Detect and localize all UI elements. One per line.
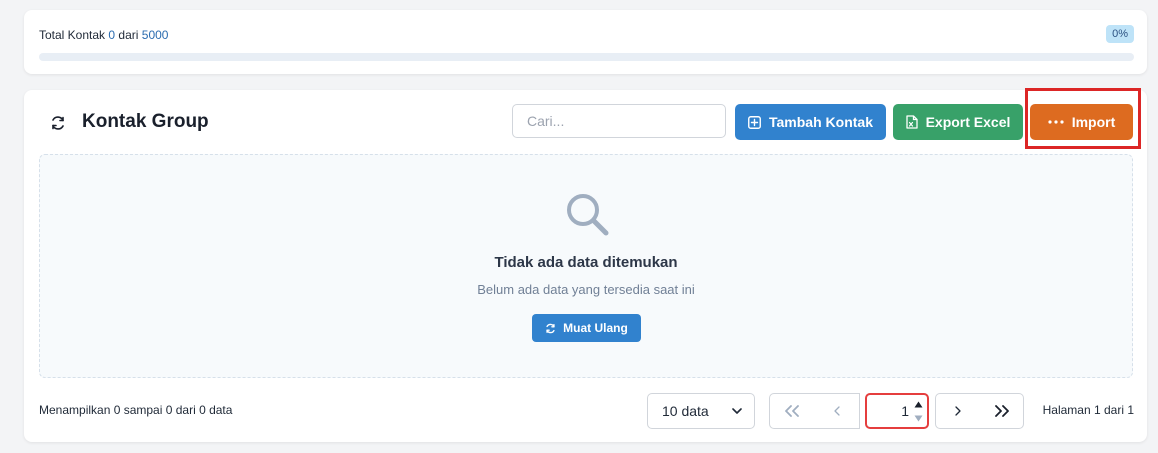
empty-state-subtitle: Belum ada data yang tersedia saat ini <box>477 282 695 297</box>
add-contact-button[interactable]: Tambah Kontak <box>735 104 886 140</box>
double-chevron-right-icon <box>994 405 1009 417</box>
search-icon <box>564 191 610 237</box>
page-stepper[interactable] <box>913 397 923 425</box>
quota-progress-bar <box>39 53 1134 61</box>
plus-square-icon <box>748 115 761 129</box>
excel-file-icon <box>905 115 918 129</box>
contact-quota-card: Total Kontak 0 dari 5000 0% <box>24 10 1147 74</box>
chevron-down-icon <box>732 408 742 414</box>
import-button[interactable]: Import <box>1030 104 1133 140</box>
total-contact-text: Total Kontak <box>39 28 106 42</box>
search-input[interactable] <box>512 104 726 138</box>
first-page-button[interactable] <box>769 393 815 429</box>
percent-badge: 0% <box>1106 25 1134 43</box>
per-page-value: 10 data <box>662 403 709 419</box>
per-page-select[interactable]: 10 data <box>647 393 755 429</box>
chevron-right-icon <box>955 406 961 416</box>
export-excel-button[interactable]: Export Excel <box>893 104 1023 140</box>
page-title: Kontak Group <box>82 111 209 132</box>
prev-page-button[interactable] <box>814 393 860 429</box>
showing-entries-text: Menampilkan 0 sampai 0 dari 0 data <box>39 403 233 417</box>
page-number-field[interactable] <box>865 393 929 429</box>
add-contact-label: Tambah Kontak <box>769 114 873 130</box>
more-dots-icon <box>1048 120 1064 124</box>
contact-group-card: Kontak Group Tambah Kontak Export Excel … <box>24 88 1147 442</box>
of-text: dari <box>118 28 139 42</box>
used-count: 0 <box>108 28 116 42</box>
page-info-text: Halaman 1 dari 1 <box>1042 403 1134 417</box>
chevron-left-icon <box>833 406 840 416</box>
total-contact-label: Total Kontak 0 dari 5000 <box>39 28 168 42</box>
double-chevron-left-icon <box>785 405 799 417</box>
stepper-up-icon[interactable] <box>913 397 923 411</box>
refresh-icon[interactable] <box>50 115 66 131</box>
empty-state: Tidak ada data ditemukan Belum ada data … <box>39 154 1133 378</box>
export-excel-label: Export Excel <box>925 114 1011 130</box>
empty-state-title: Tidak ada data ditemukan <box>494 254 678 271</box>
limit-count: 5000 <box>141 28 169 42</box>
stepper-down-icon[interactable] <box>913 411 923 425</box>
next-page-button[interactable] <box>935 393 981 429</box>
import-label: Import <box>1071 114 1116 130</box>
page-number-input[interactable] <box>867 403 909 419</box>
reload-button[interactable]: Muat Ulang <box>532 314 641 342</box>
reload-icon <box>546 323 555 333</box>
last-page-button[interactable] <box>980 393 1024 429</box>
reload-label: Muat Ulang <box>563 321 628 335</box>
